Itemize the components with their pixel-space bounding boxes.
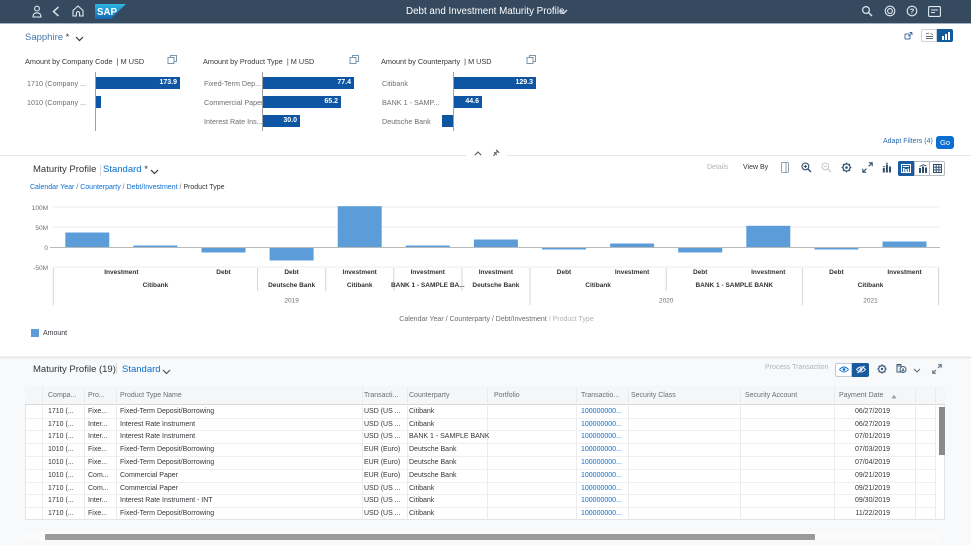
svg-text:Investment: Investment [887,269,922,276]
svg-text:-50M: -50M [33,265,48,272]
svg-text:Debt: Debt [557,269,572,276]
svg-text:Citibank: Citibank [347,282,373,289]
svg-text:BANK 1 - SAMPLE BA...: BANK 1 - SAMPLE BA... [391,282,465,289]
svg-text:2021: 2021 [863,298,878,305]
svg-text:0: 0 [44,245,48,252]
svg-text:Investment: Investment [343,269,378,276]
svg-text:50M: 50M [35,225,48,232]
svg-text:Citibank: Citibank [143,282,169,289]
svg-text:Citibank: Citibank [585,282,611,289]
svg-text:SAP: SAP [97,7,118,18]
svg-text:Debt: Debt [829,269,844,276]
svg-text:Debt: Debt [284,269,299,276]
svg-text:Deutsche Bank: Deutsche Bank [472,282,519,289]
svg-text:Investment: Investment [411,269,446,276]
svg-text:2020: 2020 [659,298,674,305]
svg-text:Investment: Investment [751,269,786,276]
svg-text:?: ? [910,7,915,16]
svg-text:Investment: Investment [104,269,139,276]
svg-text:Citibank: Citibank [858,282,884,289]
svg-text:Debt: Debt [693,269,708,276]
svg-text:Investment: Investment [479,269,514,276]
svg-text:Debt: Debt [216,269,231,276]
svg-text:Deutsche Bank: Deutsche Bank [268,282,315,289]
svg-text:BANK 1 - SAMPLE BANK: BANK 1 - SAMPLE BANK [695,282,773,289]
svg-text:Investment: Investment [615,269,650,276]
svg-text:2019: 2019 [284,298,299,305]
svg-text:100M: 100M [32,205,48,212]
